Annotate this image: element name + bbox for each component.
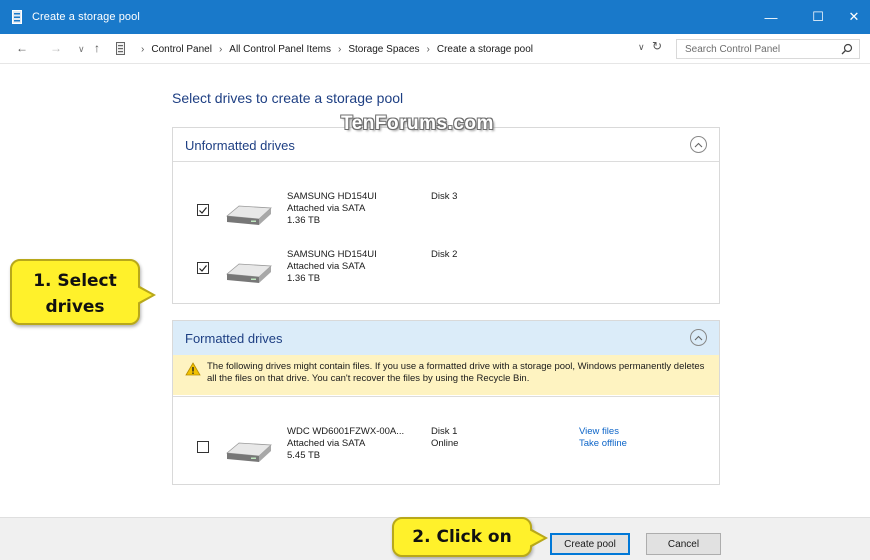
drive-connection: Attached via SATA <box>287 438 366 449</box>
chevron-up-icon <box>694 335 703 340</box>
unformatted-drives-panel: Unformatted drives SAMSUNG HD154UI Attac… <box>172 127 720 304</box>
back-arrow-icon[interactable]: ← <box>16 41 28 55</box>
drive-name: SAMSUNG HD154UI <box>287 191 377 202</box>
callout-select-drives: 1. Select drives <box>10 259 156 325</box>
search-icon[interactable] <box>841 43 853 55</box>
take-offline-link[interactable]: Take offline <box>579 438 627 450</box>
title-bar: Create a storage pool — ☐ ✕ <box>0 0 870 34</box>
hard-drive-icon <box>225 260 273 286</box>
window-title: Create a storage pool <box>32 11 140 23</box>
refresh-icon[interactable]: ↻ <box>652 39 662 53</box>
formatted-drives-panel: Formatted drives The following drives mi… <box>172 320 720 485</box>
recent-locations-chevron-icon[interactable]: ∨ <box>78 44 85 55</box>
storage-spaces-app-icon <box>10 8 24 26</box>
hard-drive-icon <box>225 439 273 465</box>
address-bar: ← → ∨ ↑ › Control Panel › All Control Pa… <box>0 34 870 64</box>
drive-name: WDC WD6001FZWX-00A... <box>287 426 405 437</box>
search-box[interactable] <box>676 39 860 59</box>
warning-text: The following drives might contain files… <box>207 361 705 384</box>
drive-checkbox-disk2[interactable] <box>197 262 209 274</box>
breadcrumb-separator: › <box>218 43 223 55</box>
drive-status: Online <box>431 438 459 449</box>
breadcrumb-separator: › <box>141 43 145 55</box>
chevron-up-icon <box>694 142 703 147</box>
page-title: Select drives to create a storage pool <box>172 90 404 106</box>
drive-connection: Attached via SATA <box>287 261 366 272</box>
breadcrumb-control-panel[interactable]: Control Panel <box>151 44 212 55</box>
collapse-formatted-button[interactable] <box>690 329 707 346</box>
drive-disk-number: Disk 2 <box>431 249 458 260</box>
watermark: TenForums.com <box>341 113 494 134</box>
maximize-button[interactable]: ☐ <box>795 0 841 34</box>
create-pool-button[interactable]: Create pool <box>550 533 630 555</box>
formatted-warning-banner: The following drives might contain files… <box>173 355 719 395</box>
checkmark-icon <box>199 264 207 272</box>
drive-row-disk1: WDC WD6001FZWX-00A... Attached via SATA … <box>173 397 719 462</box>
search-input[interactable] <box>677 40 827 58</box>
formatted-drives-header[interactable]: Formatted drives <box>173 321 719 355</box>
collapse-unformatted-button[interactable] <box>690 136 707 153</box>
drive-row-disk2: SAMSUNG HD154UI Attached via SATA 1.36 T… <box>173 212 719 284</box>
up-arrow-icon[interactable]: ↑ <box>94 41 100 55</box>
control-panel-icon <box>116 42 126 56</box>
drive-size: 1.36 TB <box>287 273 321 284</box>
warning-icon <box>185 362 201 376</box>
breadcrumb-separator: › <box>426 43 430 55</box>
view-files-link[interactable]: View files <box>579 426 627 438</box>
drive-size: 5.45 TB <box>287 450 321 461</box>
breadcrumb-storage-spaces[interactable]: Storage Spaces <box>348 44 419 55</box>
drive-name: SAMSUNG HD154UI <box>287 249 377 260</box>
callout-click-on: 2. Click on <box>392 517 548 557</box>
drive-checkbox-disk1[interactable] <box>197 441 209 453</box>
drive-disk-number: Disk 3 <box>431 191 458 202</box>
close-button[interactable]: ✕ <box>838 0 870 34</box>
drive-disk-number: Disk 1 <box>431 426 458 437</box>
minimize-button[interactable]: — <box>748 0 794 34</box>
cancel-button[interactable]: Cancel <box>646 533 721 555</box>
formatted-drives-label: Formatted drives <box>185 331 283 346</box>
callout-text-line1: 1. Select <box>33 271 117 291</box>
address-dropdown-icon[interactable]: ∨ <box>638 42 645 53</box>
breadcrumb-separator: › <box>338 43 342 55</box>
breadcrumb-create-pool[interactable]: Create a storage pool <box>437 44 533 55</box>
forward-arrow-icon[interactable]: → <box>50 41 62 55</box>
unformatted-drives-label: Unformatted drives <box>185 138 295 153</box>
breadcrumb: › Control Panel › All Control Panel Item… <box>116 40 533 58</box>
breadcrumb-all-items[interactable]: All Control Panel Items <box>229 44 331 55</box>
callout-text-line2: drives <box>45 297 105 317</box>
